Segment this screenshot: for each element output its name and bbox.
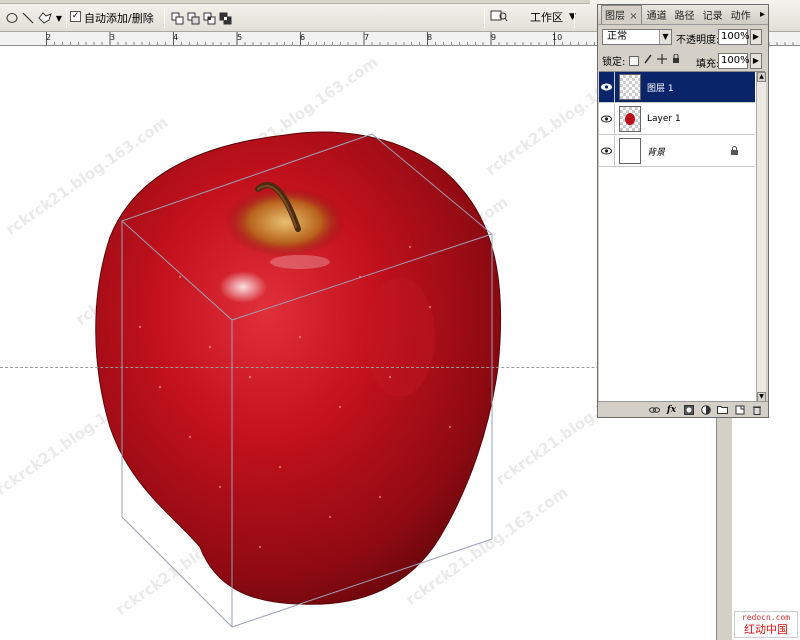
ruler-tick-label: 4 xyxy=(173,33,179,42)
lock-row: 锁定: xyxy=(602,53,681,68)
opacity-label: 不透明度: xyxy=(676,35,720,46)
new-layer-icon[interactable] xyxy=(734,405,745,415)
path-intersect-mode-icon[interactable] xyxy=(202,10,216,26)
custom-shape-icon[interactable] xyxy=(36,10,54,26)
ellipse-shape-icon[interactable] xyxy=(4,10,20,26)
blend-mode-value: 正常 xyxy=(607,31,627,42)
ruler-tick-label: 9 xyxy=(491,33,497,42)
fill-slider-arrow-icon[interactable]: ▶ xyxy=(750,53,762,69)
logo-domain: redocn.com xyxy=(741,613,791,622)
tab-actions[interactable]: 动作 xyxy=(728,6,754,24)
toolbar-separator xyxy=(164,8,165,28)
lock-position-move-icon[interactable] xyxy=(657,54,668,67)
menu-strip xyxy=(0,0,590,4)
eye-icon[interactable] xyxy=(599,71,615,103)
toolbar-separator xyxy=(484,8,485,28)
layers-list: 图层 1 Layer 1 背景 ▲ ▼ xyxy=(599,71,766,402)
line-tool-icon[interactable] xyxy=(20,10,36,26)
ruler-tick-label: 8 xyxy=(427,33,433,42)
panel-tabs: 图层 × 通道 路径 记录 动作 ▸ xyxy=(598,5,768,25)
workspace-icon xyxy=(490,9,508,26)
blend-mode-select[interactable]: 正常 ▼ xyxy=(602,29,672,45)
close-icon[interactable]: × xyxy=(629,11,637,22)
fill-input[interactable]: 100% xyxy=(718,53,750,69)
tab-label: 图层 xyxy=(605,11,625,22)
logo-name: 红动中国 xyxy=(744,623,788,636)
ruler-tick-label: 10 xyxy=(552,33,563,42)
tab-channels[interactable]: 通道 xyxy=(644,6,670,24)
layer-row-background[interactable]: 背景 xyxy=(599,135,755,167)
lock-icon xyxy=(730,146,739,159)
workspace-label: 工作区 xyxy=(530,11,563,24)
opacity-input[interactable]: 100% xyxy=(718,29,750,45)
layer-thumbnail xyxy=(619,138,641,164)
panel-menu-icon[interactable]: ▸ xyxy=(760,9,765,20)
trash-icon[interactable] xyxy=(751,405,762,415)
ruler-tick-label: 3 xyxy=(110,33,116,42)
lock-image-brush-icon[interactable] xyxy=(643,54,653,67)
site-logo-stamp: redocn.com 红动中国 xyxy=(734,611,798,638)
lock-transparency-icon[interactable] xyxy=(629,55,640,66)
layer-name: 背景 xyxy=(647,147,666,158)
layers-scrollbar[interactable]: ▲ ▼ xyxy=(756,72,766,402)
auto-add-delete-checkbox[interactable]: ✓ xyxy=(70,11,81,22)
group-icon[interactable] xyxy=(717,405,728,415)
layers-panel: 图层 × 通道 路径 记录 动作 ▸ 正常 ▼ 不透明度: 100% ▶ 锁定:… xyxy=(597,4,769,418)
adjustment-icon[interactable] xyxy=(700,404,711,415)
path-add-mode-icon[interactable] xyxy=(170,10,184,26)
layer-thumbnail xyxy=(619,74,641,100)
toolbar-separator xyxy=(574,8,575,28)
layer-row-layer-1-cn[interactable]: 图层 1 xyxy=(599,71,755,103)
tab-history[interactable]: 记录 xyxy=(700,6,726,24)
lock-label: 锁定: xyxy=(602,57,626,68)
tab-layers[interactable]: 图层 × xyxy=(601,5,642,24)
tab-paths[interactable]: 路径 xyxy=(672,6,698,24)
ruler-tick-label: 5 xyxy=(237,33,243,42)
fill-label: 填充: xyxy=(696,59,720,70)
mask-icon[interactable] xyxy=(683,404,694,415)
ruler-tick-label: 2 xyxy=(46,33,52,42)
auto-add-delete-label: 自动添加/删除 xyxy=(84,12,154,25)
layer-name: 图层 1 xyxy=(647,83,674,94)
empty-area xyxy=(732,420,800,640)
eye-icon[interactable] xyxy=(599,135,615,167)
layer-name: Layer 1 xyxy=(647,114,681,124)
layer-row-layer-1[interactable]: Layer 1 xyxy=(599,103,755,135)
shape-dropdown-arrow-icon[interactable]: ▼ xyxy=(54,10,64,26)
path-exclude-mode-icon[interactable] xyxy=(218,10,232,26)
workspace-button[interactable]: 工作区 ▼ xyxy=(490,7,576,27)
toolbar-separator xyxy=(66,8,67,28)
scroll-up-icon[interactable]: ▲ xyxy=(757,72,766,82)
eye-icon[interactable] xyxy=(599,103,615,135)
link-icon[interactable] xyxy=(649,405,660,415)
layer-thumbnail xyxy=(619,106,641,132)
chevron-down-icon: ▼ xyxy=(659,30,671,44)
ruler-tick-label: 6 xyxy=(300,33,306,42)
layers-bottom-toolbar: fx xyxy=(598,401,768,417)
path-subtract-mode-icon[interactable] xyxy=(186,10,200,26)
lock-all-icon[interactable] xyxy=(671,53,681,67)
opacity-slider-arrow-icon[interactable]: ▶ xyxy=(750,29,762,45)
fx-icon[interactable]: fx xyxy=(666,405,677,415)
ruler-tick-label: 7 xyxy=(364,33,370,42)
